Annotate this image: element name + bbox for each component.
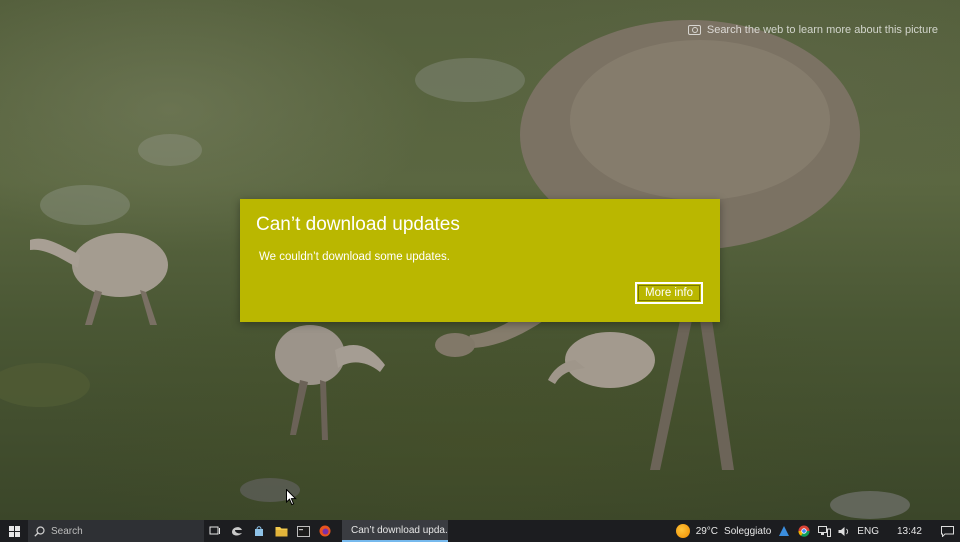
dialog-message: We couldn’t download some updates. (259, 251, 450, 263)
chrome-tray-button[interactable] (797, 525, 811, 537)
firefox-button[interactable] (314, 520, 336, 542)
update-error-dialog: Can’t download updates We couldn’t downl… (240, 199, 720, 322)
search-icon (34, 525, 45, 537)
sun-weather-icon[interactable] (675, 524, 690, 538)
firefox-icon (319, 525, 331, 537)
store-button[interactable] (248, 520, 270, 542)
mouse-pointer-icon (286, 489, 297, 506)
start-button[interactable] (0, 520, 28, 542)
action-center-button[interactable] (940, 525, 954, 537)
spotlight-hint[interactable]: Search the web to learn more about this … (687, 24, 938, 36)
tray-app-icon (779, 526, 790, 536)
task-view-icon (209, 526, 220, 535)
terminal-button[interactable] (292, 520, 314, 542)
system-tray: 29°C Soleggiato ENG 13:42 (675, 524, 960, 538)
edge-legacy-icon (232, 527, 242, 536)
active-window-title: Can’t download upda... (351, 524, 448, 536)
notification-icon (940, 525, 954, 537)
camera-icon (687, 25, 701, 35)
edge-legacy-button[interactable] (226, 520, 248, 542)
language-indicator[interactable]: ENG (857, 526, 879, 537)
more-info-button[interactable]: More info (635, 282, 703, 304)
store-icon (255, 526, 263, 536)
chrome-icon (798, 525, 810, 537)
spotlight-text: Search the web to learn more about this … (706, 24, 938, 36)
weather-condition[interactable]: Soleggiato (724, 526, 771, 537)
windows-logo-icon (8, 525, 20, 537)
clock[interactable]: 13:42 (897, 526, 922, 537)
network-button[interactable] (817, 525, 831, 537)
task-view-button[interactable] (204, 520, 226, 542)
volume-button[interactable] (837, 526, 851, 537)
terminal-icon (296, 525, 310, 537)
file-explorer-icon (275, 526, 287, 536)
file-explorer-button[interactable] (270, 520, 292, 542)
taskbar-search-box[interactable]: Search (28, 520, 204, 542)
search-placeholder: Search (51, 525, 83, 537)
dialog-title: Can’t download updates (256, 214, 460, 235)
speaker-icon (838, 526, 848, 536)
taskbar-active-window[interactable]: Can’t download upda... (342, 520, 448, 542)
taskbar: Search Can’t download upda... 29°C Soleg… (0, 520, 960, 542)
network-icon (817, 525, 831, 537)
people-button[interactable] (777, 525, 791, 537)
weather-temperature[interactable]: 29°C (696, 526, 718, 537)
